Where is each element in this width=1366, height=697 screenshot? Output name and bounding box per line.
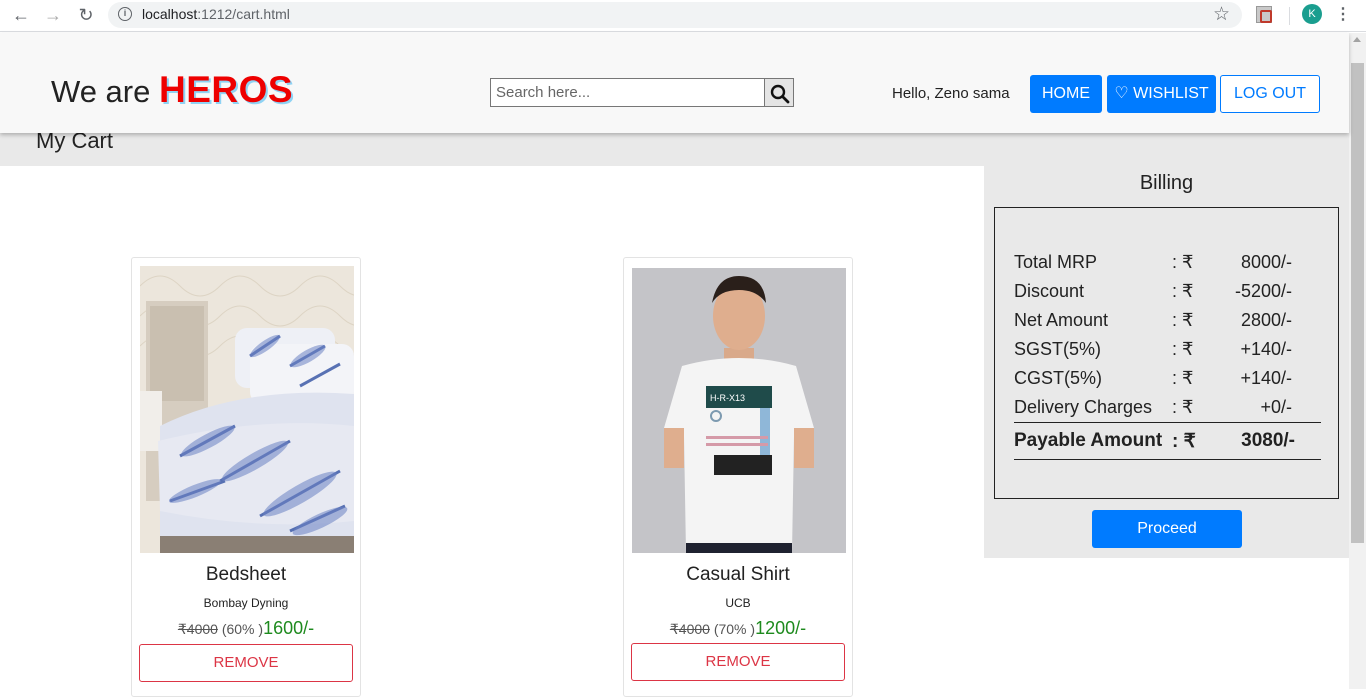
browser-toolbar: ← → ↻ i localhost:1212/cart.html ☆ K ⋮ xyxy=(0,0,1366,32)
bookmark-star-icon[interactable]: ☆ xyxy=(1213,3,1230,26)
user-greeting: Hello, Zeno sama xyxy=(892,85,1010,102)
discount-percent: (60% ) xyxy=(217,621,264,637)
pdf-extension-icon[interactable] xyxy=(1256,6,1272,23)
bill-row-total-mrp: Total MRP: ₹8000/- xyxy=(1014,252,1292,272)
forward-arrow-icon[interactable]: → xyxy=(42,5,64,25)
bill-divider xyxy=(1014,422,1321,423)
discount-percent: (70% ) xyxy=(709,621,756,637)
proceed-button[interactable]: Proceed xyxy=(1092,510,1242,548)
product-name[interactable]: Bedsheet xyxy=(132,564,360,586)
search-input[interactable] xyxy=(490,78,766,107)
wishlist-button[interactable]: ♡ WISHLIST xyxy=(1107,75,1216,113)
search-icon xyxy=(770,84,790,104)
product-brand: Bombay Dyning xyxy=(203,596,289,610)
site-header: We are HEROS Hello, Zeno sama HOME ♡ WIS… xyxy=(0,33,1349,133)
bill-row-cgst: CGST(5%): ₹ +140/- xyxy=(1014,368,1292,388)
url-text[interactable]: localhost:1212/cart.html xyxy=(142,6,290,22)
bill-row-payable: Payable Amount: ₹3080/- xyxy=(1014,430,1295,452)
net-price: 1600/- xyxy=(263,618,315,638)
menu-dots-icon[interactable]: ⋮ xyxy=(1335,4,1351,24)
search-button[interactable] xyxy=(764,78,794,107)
brand-prefix: We are xyxy=(51,74,159,109)
cart-item-card: Bedsheet Bombay Dyning ₹4000 (60% )1600/… xyxy=(131,257,361,697)
cart-title-bar: My Cart xyxy=(0,128,1349,166)
scrollbar-thumb[interactable] xyxy=(1351,63,1364,543)
mrp-price: ₹4000 xyxy=(177,621,218,637)
brand-highlight: HEROS xyxy=(158,69,294,110)
page-scrollbar[interactable] xyxy=(1349,33,1366,689)
product-image-casual-shirt[interactable]: H-R-X13 xyxy=(632,268,846,553)
back-arrow-icon[interactable]: ← xyxy=(10,5,32,25)
bill-row-sgst: SGST(5%): ₹ +140/- xyxy=(1014,339,1292,359)
cart-item-card: H-R-X13 Casual Shirt UCB ₹4000 (70% )120… xyxy=(623,257,853,697)
mrp-price: ₹4000 xyxy=(669,621,710,637)
profile-avatar[interactable]: K xyxy=(1302,4,1322,24)
svg-text:H-R-X13: H-R-X13 xyxy=(710,393,745,403)
bill-row-discount: Discount: ₹ -5200/- xyxy=(1014,281,1292,301)
bill-divider xyxy=(1014,459,1321,460)
remove-button[interactable]: REMOVE xyxy=(631,643,845,681)
product-price: ₹4000 (60% )1600/- xyxy=(132,618,360,639)
net-price: 1200/- xyxy=(755,618,807,638)
remove-button[interactable]: REMOVE xyxy=(139,644,353,682)
logout-button[interactable]: LOG OUT xyxy=(1220,75,1320,113)
billing-panel: Billing Total MRP: ₹8000/- Discount: ₹ -5… xyxy=(984,166,1349,558)
brand-logo[interactable]: We are HEROS xyxy=(51,69,293,111)
product-image-bedsheet[interactable] xyxy=(140,266,354,553)
billing-summary-box: Total MRP: ₹8000/- Discount: ₹ -5200/- Ne… xyxy=(994,207,1339,499)
home-button[interactable]: HOME xyxy=(1030,75,1102,113)
billing-title: Billing xyxy=(1139,172,1194,194)
product-name[interactable]: Casual Shirt xyxy=(624,564,852,586)
info-icon[interactable]: i xyxy=(118,7,132,21)
reload-icon[interactable]: ↻ xyxy=(75,5,97,25)
product-price: ₹4000 (70% )1200/- xyxy=(624,618,852,639)
product-brand: UCB xyxy=(725,596,751,610)
toolbar-divider xyxy=(1289,7,1290,25)
scroll-up-icon[interactable] xyxy=(1353,37,1361,42)
bill-row-net-amount: Net Amount: ₹2800/- xyxy=(1014,310,1292,330)
